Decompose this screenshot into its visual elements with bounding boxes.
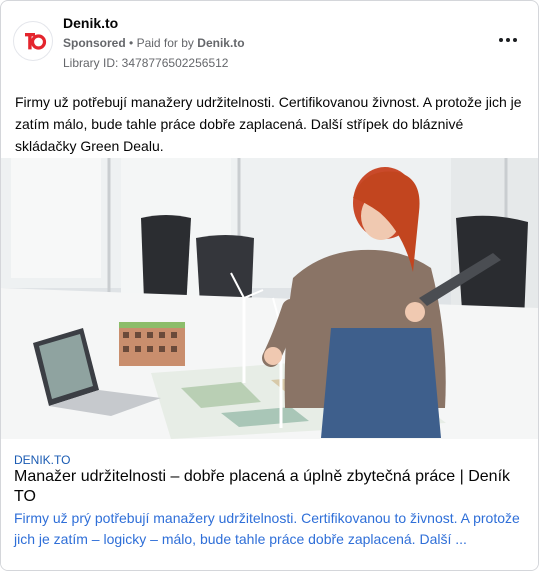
link-description: Firmy už prý potřebují manažery udržitel… bbox=[14, 510, 520, 547]
sponsored-meta: Sponsored • Paid for by Denik.to bbox=[63, 36, 245, 50]
ad-card: Denik.to Sponsored • Paid for by Denik.t… bbox=[0, 0, 539, 571]
more-options-button[interactable] bbox=[496, 31, 520, 49]
page-avatar[interactable] bbox=[13, 21, 53, 61]
post-header: Denik.to Sponsored • Paid for by Denik.t… bbox=[13, 13, 526, 73]
denik-to-logo-icon bbox=[19, 27, 47, 55]
more-dot bbox=[506, 38, 510, 42]
sponsored-label: Sponsored bbox=[63, 36, 126, 50]
more-horizontal-icon bbox=[499, 38, 503, 42]
link-domain: DENIK.TO bbox=[14, 453, 71, 467]
paid-for-by-link[interactable]: Denik.to bbox=[197, 36, 244, 50]
link-headline[interactable]: Manažer udržitelnosti – dobře placená a … bbox=[14, 467, 519, 507]
more-dot bbox=[513, 38, 517, 42]
meta-separator: • bbox=[129, 36, 134, 50]
link-preview[interactable]: DENIK.TO Manažer udržitelnosti – dobře p… bbox=[1, 439, 538, 570]
office-photo-illustration bbox=[1, 158, 538, 439]
library-id: Library ID: 3478776502256512 bbox=[63, 56, 229, 70]
post-body-text: Firmy už potřebují manažery udržitelnost… bbox=[15, 94, 522, 154]
ad-image[interactable] bbox=[1, 158, 538, 439]
paid-for-by-prefix: Paid for by bbox=[136, 36, 194, 50]
page-name-link[interactable]: Denik.to bbox=[63, 15, 118, 31]
